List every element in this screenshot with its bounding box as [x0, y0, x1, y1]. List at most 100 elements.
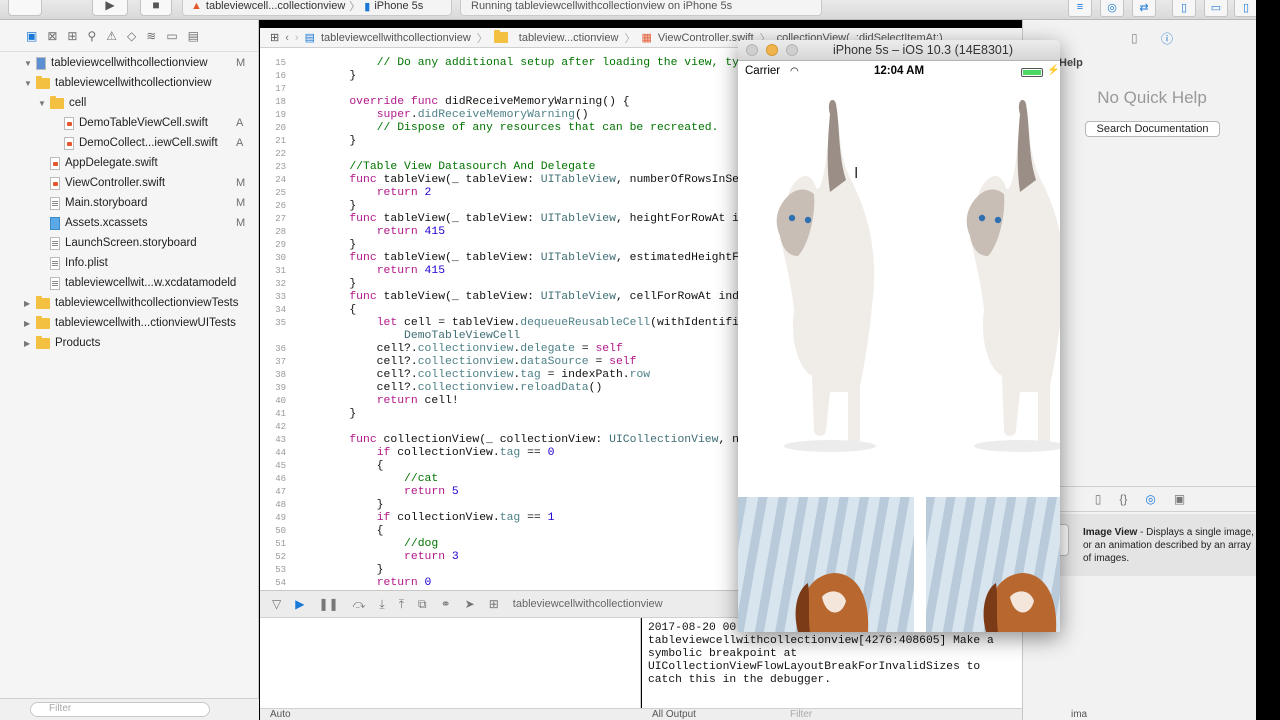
search-documentation-button[interactable]: Search Documentation [1085, 121, 1220, 137]
disclosure-icon[interactable]: ▶ [24, 319, 34, 328]
navigator-item[interactable]: ▶ Products [24, 333, 259, 353]
location-icon[interactable]: ➤ [465, 597, 475, 611]
code-line[interactable]: cell?.collectionview.dataSource = self [322, 356, 637, 368]
code-line[interactable]: return 3 [322, 551, 459, 563]
view-hierarchy-icon[interactable]: ⧉ [418, 597, 427, 612]
code-line[interactable]: //Table View Datasourch And Delegate [322, 161, 595, 173]
file-template-icon[interactable]: ▯ [1095, 492, 1102, 506]
navigator-item[interactable]: Main.storyboard M [38, 193, 259, 213]
navigator-item[interactable]: ▼ tableviewcellwithcollectionview [24, 73, 259, 93]
disclosure-icon[interactable]: ▶ [24, 339, 34, 348]
code-line[interactable]: if collectionView.tag == 0 [322, 447, 555, 459]
cat-image[interactable] [958, 96, 1060, 456]
code-line[interactable]: if collectionView.tag == 1 [322, 512, 555, 524]
ios-simulator-window[interactable]: iPhone 5s – iOS 10.3 (14E8301) Carrier ◠… [738, 40, 1060, 632]
code-line[interactable]: cell?.collectionview.tag = indexPath.row [322, 369, 650, 381]
zoom-button[interactable] [786, 44, 798, 56]
library-filter[interactable]: ima [1071, 709, 1087, 720]
code-snippet-icon[interactable]: {} [1119, 492, 1127, 506]
folder-icon[interactable]: ▣ [26, 29, 37, 43]
code-line[interactable]: // Dispose of any resources that can be … [322, 122, 719, 134]
navigator-item[interactable]: ▶ tableviewcellwith...ctionviewUITests [24, 313, 259, 333]
code-line[interactable]: return 415 [322, 265, 445, 277]
step-over-icon[interactable]: ⤼ [353, 597, 366, 612]
auto-selector[interactable]: Auto [270, 709, 291, 720]
breakpoint-icon[interactable]: ▭ [166, 29, 177, 43]
code-line[interactable]: return 0 [322, 577, 432, 589]
breadcrumb-project[interactable]: tableviewcellwithcollectionview [321, 32, 471, 44]
code-line[interactable]: } [322, 135, 356, 147]
navigator-item[interactable]: Assets.xcassets M [38, 213, 259, 233]
toggle-inspector-button[interactable]: ▯ [1234, 0, 1258, 17]
navigator-item[interactable]: DemoCollect...iewCell.swift A [52, 133, 259, 153]
cat-image[interactable] [768, 96, 878, 456]
code-line[interactable]: override func didReceiveMemoryWarning() … [322, 96, 629, 108]
code-line[interactable]: return 5 [322, 486, 459, 498]
code-line[interactable]: } [322, 278, 356, 290]
navigator-item[interactable]: DemoTableViewCell.swift A [52, 113, 259, 133]
code-line[interactable]: super.didReceiveMemoryWarning() [322, 109, 589, 121]
navigator-item[interactable]: ▶ tableviewcellwithcollectionviewTests [24, 293, 259, 313]
navigator-item[interactable]: Info.plist [38, 253, 259, 273]
navigator-item[interactable]: ▼ tableviewcellwithcollectionview M [24, 53, 259, 73]
disclosure-icon[interactable]: ▼ [24, 79, 34, 88]
code-line[interactable]: } [322, 499, 384, 511]
code-line[interactable]: } [322, 239, 356, 251]
step-in-icon[interactable]: ⤓ [379, 597, 384, 612]
run-button[interactable]: ▶ [92, 0, 128, 16]
memory-graph-icon[interactable]: ⚭ [441, 597, 451, 611]
test-icon[interactable]: ◇ [127, 29, 136, 43]
code-line[interactable]: DemoTableViewCell [322, 330, 520, 342]
table-row-cats[interactable]: I [738, 81, 1060, 495]
hierarchy-icon[interactable]: ⊞ [67, 29, 77, 43]
disclosure-icon[interactable]: ▼ [38, 99, 48, 108]
navigator-item[interactable]: AppDelegate.swift [38, 153, 259, 173]
code-line[interactable]: cell?.collectionview.reloadData() [322, 382, 603, 394]
dog-image[interactable] [738, 497, 914, 632]
code-line[interactable]: return cell! [322, 395, 459, 407]
disclosure-icon[interactable]: ▼ [24, 59, 34, 68]
report-icon[interactable]: ▤ [188, 29, 199, 43]
minimize-button[interactable] [766, 44, 778, 56]
object-library-icon[interactable]: ◎ [1145, 492, 1155, 506]
code-line[interactable]: //cat [322, 473, 438, 485]
navigator-item[interactable]: LaunchScreen.storyboard [38, 233, 259, 253]
forward-arrow-icon[interactable]: › [295, 32, 299, 44]
all-output-selector[interactable]: All Output [652, 709, 696, 720]
code-line[interactable]: cell?.collectionview.delegate = self [322, 343, 623, 355]
navigator-item[interactable]: tableviewcellwit...w.xcdatamodeld [38, 273, 259, 293]
assistant-editor-button[interactable]: ◎ [1100, 0, 1124, 17]
stop-button[interactable]: ■ [140, 0, 172, 16]
code-line[interactable]: } [322, 564, 384, 576]
code-line[interactable]: { [322, 304, 356, 316]
media-library-icon[interactable]: ▣ [1174, 492, 1185, 506]
disclosure-icon[interactable]: ▶ [24, 299, 34, 308]
console-filter[interactable]: Filter [790, 709, 812, 720]
standard-editor-button[interactable]: ≡ [1068, 0, 1092, 17]
source-control-icon[interactable]: ⊠ [47, 29, 57, 43]
code-line[interactable]: } [322, 70, 356, 82]
code-line[interactable]: return 415 [322, 226, 445, 238]
issue-icon[interactable]: ⚠ [106, 29, 117, 43]
breadcrumb-group[interactable]: tableview...ctionview [519, 32, 619, 44]
pause-icon[interactable]: ❚❚ [318, 597, 338, 611]
quick-help-icon[interactable]: ⓘ [1161, 30, 1173, 47]
search-icon[interactable]: ⚲ [87, 29, 96, 43]
back-arrow-icon[interactable]: ‹ [285, 32, 289, 44]
code-line[interactable]: } [322, 408, 356, 420]
dog-image[interactable] [926, 497, 1060, 632]
code-line[interactable]: { [322, 525, 384, 537]
navigator-item[interactable]: ▼ cell [38, 93, 259, 113]
toggle-navigator-button[interactable]: ▯ [1172, 0, 1196, 17]
step-out-icon[interactable]: ⤒ [399, 597, 404, 612]
navigator-item[interactable]: ViewController.swift M [38, 173, 259, 193]
breakpoints-toggle-icon[interactable]: ▶ [295, 597, 304, 611]
code-line[interactable]: { [322, 460, 384, 472]
debug-target-label[interactable]: tableviewcellwithcollectionview [513, 598, 663, 610]
code-line[interactable]: return 2 [322, 187, 432, 199]
code-line[interactable]: //dog [322, 538, 438, 550]
code-line[interactable]: } [322, 200, 356, 212]
table-row-dogs[interactable] [738, 497, 1060, 632]
close-button[interactable] [746, 44, 758, 56]
navigator-filter-input[interactable]: Filter [30, 702, 210, 717]
